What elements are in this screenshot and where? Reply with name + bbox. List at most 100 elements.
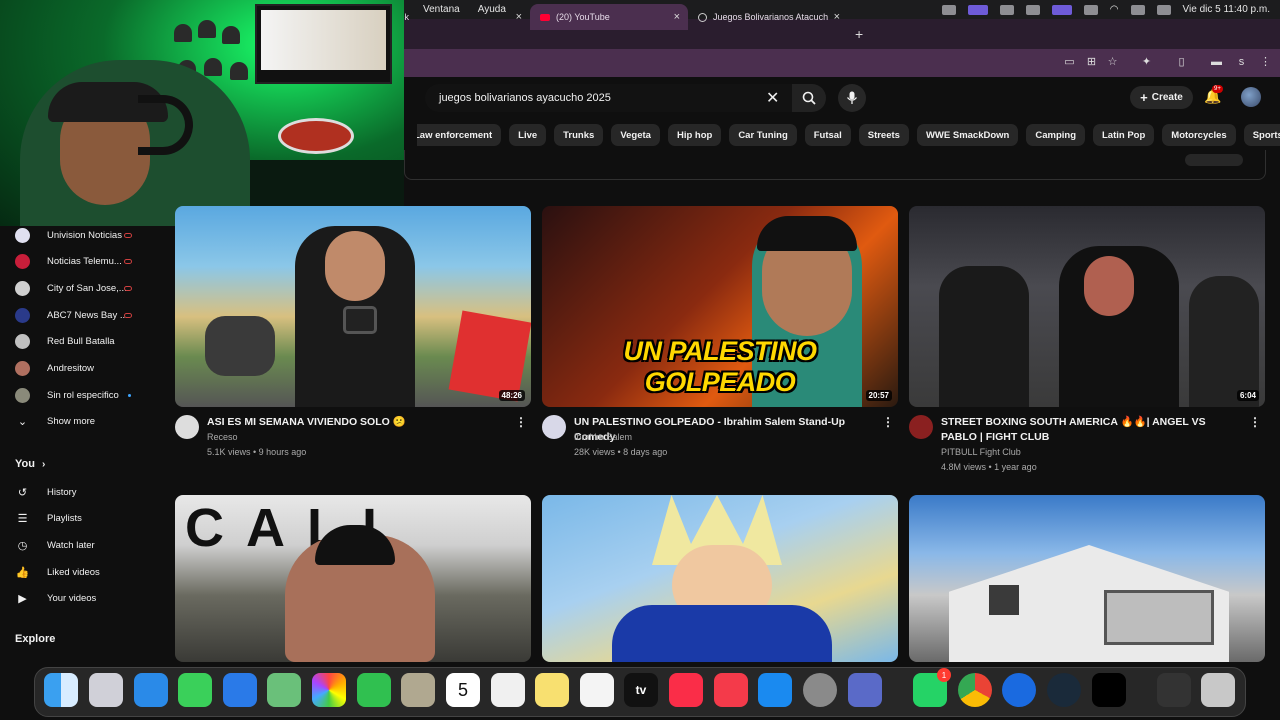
filter-chip[interactable]: Vegeta	[611, 124, 660, 146]
wifi-icon[interactable]: ◠	[1110, 4, 1119, 15]
video-title[interactable]: ASI ES MI SEMANA VIVIENDO SOLO 😕	[207, 415, 507, 430]
filter-chip[interactable]: Trunks	[554, 124, 604, 146]
new-tab-button[interactable]: +	[855, 26, 863, 42]
chrome-dock-icon[interactable]	[958, 673, 992, 707]
apple-tv-dock-icon[interactable]: tv	[624, 673, 658, 707]
sidebar-subscription[interactable]: ABC7 News Bay ...	[0, 302, 160, 328]
launchpad-dock-icon[interactable]	[89, 673, 123, 707]
extensions-icon[interactable]: ✦	[1141, 57, 1152, 68]
banner-button[interactable]	[1185, 154, 1243, 166]
sidebar-subscription[interactable]: Red Bull Batalla	[0, 329, 160, 355]
quicktime-dock-icon[interactable]	[1002, 673, 1036, 707]
channel-avatar[interactable]	[175, 415, 199, 439]
filter-chip[interactable]: Latin Pop	[1093, 124, 1155, 146]
menu-dots-icon[interactable]: ⋮	[1260, 57, 1271, 68]
app-store-dock-icon[interactable]	[758, 673, 792, 707]
cast-icon[interactable]: ▬	[1211, 57, 1222, 68]
capcut-dock-icon[interactable]	[1092, 673, 1126, 707]
notes-dock-icon[interactable]	[535, 673, 569, 707]
system-settings-dock-icon[interactable]	[803, 673, 837, 707]
filter-chip[interactable]: Car Tuning	[729, 124, 797, 146]
video-thumbnail[interactable]: UN PALESTINO GOLPEADO 20:57	[542, 206, 898, 407]
close-tab-icon[interactable]: ×	[834, 11, 840, 23]
calendar-dock-icon[interactable]: 5	[446, 673, 480, 707]
news-dock-icon[interactable]	[714, 673, 748, 707]
channel-name[interactable]: Ibrahim Salem	[574, 432, 632, 442]
sidebar-item-playlists[interactable]: ☰ Playlists	[0, 506, 160, 532]
install-icon[interactable]: ▭	[1064, 57, 1075, 68]
control-center-icon[interactable]	[1130, 4, 1145, 15]
sidebar-subscription[interactable]: Noticias Telemu...	[0, 249, 160, 275]
clear-search-icon[interactable]: ✕	[766, 88, 779, 108]
reminders-dock-icon[interactable]	[491, 673, 525, 707]
more-actions-icon[interactable]: ⋮	[882, 415, 894, 429]
side-panel-icon[interactable]: ▯	[1176, 57, 1187, 68]
sidebar-subscription[interactable]: Sin rol especifico	[0, 382, 160, 408]
channel-avatar[interactable]	[542, 415, 566, 439]
filter-chip[interactable]: WWE SmackDown	[916, 124, 1019, 146]
filter-chip[interactable]: Motorcycles	[1162, 124, 1236, 146]
filter-chip[interactable]: Law enforcement	[405, 124, 502, 146]
contacts-dock-icon[interactable]	[401, 673, 435, 707]
screen-recorder-dock-icon[interactable]	[1047, 673, 1081, 707]
notifications-button[interactable]: 🔔 9+	[1204, 85, 1223, 105]
filter-chip[interactable]: Camping	[1026, 124, 1085, 146]
profile-initial[interactable]: s	[1236, 57, 1247, 68]
safari-dock-icon[interactable]	[134, 673, 168, 707]
menubar-clock[interactable]: Vie dic 5 11:40 p.m.	[1183, 4, 1270, 15]
filter-chip[interactable]: Hip hop	[667, 124, 722, 146]
close-tab-icon[interactable]: ×	[674, 11, 680, 23]
voice-search-button[interactable]	[838, 84, 866, 112]
video-thumbnail[interactable]: CALI	[175, 495, 531, 662]
trash-dock-icon[interactable]	[1201, 673, 1235, 707]
browser-tab[interactable]: Juegos Bolivarianos Atacuch ×	[688, 4, 848, 30]
video-thumbnail[interactable]: 6:04	[909, 206, 1265, 407]
screen-share-icon[interactable]	[967, 4, 988, 15]
translate-icon[interactable]: ⊞	[1086, 57, 1097, 68]
sidebar-show-more[interactable]: ⌄ Show more	[0, 408, 160, 434]
car-icon[interactable]	[1025, 4, 1040, 15]
channel-name[interactable]: PITBULL Fight Club	[941, 447, 1021, 457]
siri-icon[interactable]	[1156, 4, 1171, 15]
filter-chip[interactable]: Futsal	[804, 124, 851, 146]
preview-dock-icon[interactable]	[848, 673, 882, 707]
music-dock-icon[interactable]	[669, 673, 703, 707]
facetime-dock-icon[interactable]	[357, 673, 391, 707]
photo-stack-dock-icon[interactable]	[1157, 673, 1191, 707]
browser-tab-active[interactable]: (20) YouTube ×	[530, 4, 688, 30]
photos-dock-icon[interactable]	[312, 673, 346, 707]
more-actions-icon[interactable]: ⋮	[1249, 415, 1261, 429]
bookmark-star-icon[interactable]: ☆	[1107, 57, 1118, 68]
window-icon[interactable]	[1051, 4, 1072, 15]
browser-tab[interactable]: ck ×	[390, 4, 530, 30]
channel-avatar[interactable]	[909, 415, 933, 439]
freeform-dock-icon[interactable]	[580, 673, 614, 707]
battery-icon[interactable]	[1083, 4, 1098, 15]
filter-chip[interactable]: Live	[509, 124, 547, 146]
sidebar-item-watch-later[interactable]: ◷ Watch later	[0, 532, 160, 558]
video-thumbnail[interactable]	[542, 495, 898, 662]
search-input[interactable]: juegos bolivarianos ayacucho 2025	[425, 84, 792, 112]
sidebar-item-liked-videos[interactable]: 👍 Liked videos	[0, 559, 160, 585]
filter-chip[interactable]: Sports tournam	[1243, 124, 1280, 146]
more-actions-icon[interactable]: ⋮	[515, 415, 527, 429]
messages-dock-icon[interactable]	[178, 673, 212, 707]
video-thumbnail[interactable]: 48:26	[175, 206, 531, 407]
avatar[interactable]	[1241, 87, 1261, 107]
mail-dock-icon[interactable]	[223, 673, 257, 707]
filter-chip[interactable]: Streets	[858, 124, 909, 146]
finder-dock-icon[interactable]	[44, 673, 78, 707]
you-section-heading[interactable]: You ›	[15, 458, 45, 470]
search-button[interactable]	[792, 84, 826, 112]
video-thumbnail[interactable]	[909, 495, 1265, 662]
maps-dock-icon[interactable]	[267, 673, 301, 707]
sidebar-item-your-videos[interactable]: ▶ Your videos	[0, 586, 160, 612]
create-button[interactable]: + Create	[1130, 86, 1193, 109]
sidebar-subscription[interactable]: Andresitow	[0, 356, 160, 382]
close-tab-icon[interactable]: ×	[516, 11, 522, 23]
status-icon[interactable]	[941, 4, 956, 15]
record-icon[interactable]	[999, 4, 1014, 15]
sidebar-item-history[interactable]: ↺ History	[0, 479, 160, 505]
channel-name[interactable]: Receso	[207, 432, 238, 442]
video-title[interactable]: STREET BOXING SOUTH AMERICA 🔥🔥| ANGEL VS…	[941, 415, 1241, 445]
